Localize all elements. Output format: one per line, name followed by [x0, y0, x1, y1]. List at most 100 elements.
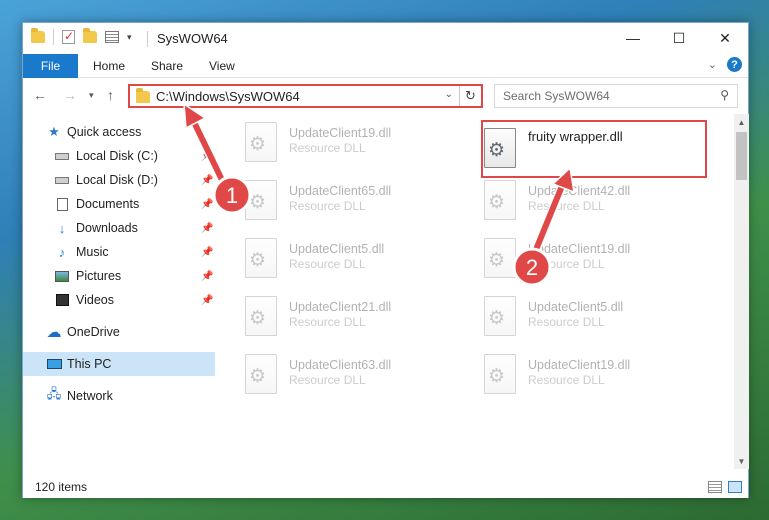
file-name: UpdateClient5.dll: [289, 242, 385, 256]
downloads-icon: ↓: [58, 220, 66, 236]
file-item[interactable]: UpdateClient5.dll Resource DLL: [245, 236, 465, 290]
sidebar-item-music[interactable]: ♪ Music 📌: [23, 240, 215, 264]
pin-icon[interactable]: 📌: [201, 223, 213, 234]
pin-icon[interactable]: 📌: [201, 175, 213, 186]
file-item[interactable]: UpdateClient63.dll Resource DLL: [245, 352, 465, 406]
expand-ribbon-chevron-icon[interactable]: ⌄: [708, 58, 717, 71]
sidebar-item-network[interactable]: 🖧 Network: [23, 384, 215, 408]
title-bar: ▾ SysWOW64 — ☐ ✕: [23, 23, 748, 53]
sidebar-item-label: Local Disk (C:): [76, 149, 158, 163]
sidebar-item-label: Network: [67, 389, 113, 403]
refresh-icon[interactable]: ↻: [459, 86, 481, 106]
vertical-scrollbar[interactable]: ▲ ▼: [734, 114, 749, 469]
properties-icon[interactable]: [105, 31, 119, 43]
file-item[interactable]: UpdateClient5.dll Resource DLL: [484, 294, 704, 348]
file-item[interactable]: UpdateClient65.dll Resource DLL: [245, 178, 465, 232]
network-icon: 🖧: [46, 386, 62, 401]
details-view-icon[interactable]: [708, 481, 722, 493]
pin-icon[interactable]: 📌: [201, 295, 213, 306]
documents-icon: [54, 197, 70, 211]
window-title: SysWOW64: [157, 31, 228, 46]
drive-icon: [54, 149, 70, 163]
address-dropdown-chevron-icon[interactable]: ⌄: [445, 89, 453, 100]
file-item[interactable]: UpdateClient19.dll Resource DLL: [245, 120, 465, 174]
sidebar-item-local-disk-c[interactable]: Local Disk (C:) 📌: [23, 144, 215, 168]
pin-icon[interactable]: 📌: [201, 271, 213, 282]
file-type: Resource DLL: [528, 199, 605, 213]
tab-home[interactable]: Home: [93, 59, 125, 73]
view-toggle-group: [708, 481, 742, 493]
sidebar-item-downloads[interactable]: ↓ Downloads 📌: [23, 216, 215, 240]
address-bar[interactable]: C:\Windows\SysWOW64 ⌄ ↻: [128, 84, 483, 108]
sidebar-item-videos[interactable]: Videos 📌: [23, 288, 215, 312]
recent-locations-chevron-icon[interactable]: ▾: [89, 90, 94, 101]
item-count: 120 items: [35, 480, 88, 494]
file-item[interactable]: UpdateClient42.dll Resource DLL: [484, 178, 704, 232]
dll-file-icon: [245, 354, 277, 394]
sidebar-item-label: Downloads: [76, 221, 138, 235]
tab-view[interactable]: View: [209, 59, 235, 73]
navigation-pane: ★ Quick access Local Disk (C:) 📌 Local D…: [23, 114, 216, 469]
file-highlight-box: [481, 120, 707, 178]
address-path[interactable]: C:\Windows\SysWOW64: [156, 89, 300, 104]
dll-file-icon: [245, 238, 277, 278]
this-pc-icon: [46, 357, 62, 371]
videos-icon: [54, 293, 70, 307]
sidebar-item-label: This PC: [67, 357, 112, 371]
file-type: Resource DLL: [528, 373, 605, 387]
file-name: UpdateClient42.dll: [528, 184, 631, 198]
sidebar-item-label: Local Disk (D:): [76, 173, 158, 187]
ribbon-tabs: File Home Share View ⌄ ?: [23, 53, 748, 78]
help-icon[interactable]: ?: [727, 57, 742, 72]
back-arrow-icon[interactable]: ←: [33, 87, 47, 103]
sidebar-item-label: Pictures: [76, 269, 122, 283]
file-type: Resource DLL: [528, 257, 605, 271]
dll-file-icon: [484, 354, 516, 394]
pin-icon[interactable]: 📌: [201, 199, 213, 210]
toolbar-divider: [53, 29, 54, 45]
sidebar-item-quick-access[interactable]: ★ Quick access: [23, 120, 215, 144]
minimize-button[interactable]: —: [610, 23, 656, 53]
pin-icon[interactable]: 📌: [201, 247, 213, 258]
onedrive-icon: ☁: [46, 324, 62, 341]
file-item[interactable]: UpdateClient19.dll Resource DLL: [484, 352, 704, 406]
status-bar: 120 items: [23, 469, 748, 498]
dll-file-icon: [245, 122, 277, 162]
dll-file-icon: [245, 180, 277, 220]
tiles-view-icon[interactable]: [728, 481, 742, 493]
navigation-bar: ← → ▾ ↑ C:\Windows\SysWOW64 ⌄ ↻ Search S…: [23, 78, 748, 114]
search-icon[interactable]: ⚲: [720, 88, 729, 102]
scrollbar-thumb[interactable]: [736, 132, 747, 180]
tab-share[interactable]: Share: [151, 59, 183, 73]
file-explorer-window: ▾ SysWOW64 — ☐ ✕ File Home Share View ⌄ …: [22, 22, 749, 498]
file-item[interactable]: UpdateClient19.dll Resource DLL: [484, 236, 704, 290]
new-folder-icon[interactable]: [83, 28, 97, 43]
file-name: UpdateClient19.dll: [528, 242, 631, 256]
sidebar-item-this-pc[interactable]: This PC: [23, 352, 215, 376]
sidebar-item-documents[interactable]: Documents 📌: [23, 192, 215, 216]
tab-file[interactable]: File: [23, 54, 78, 78]
folder-icon[interactable]: [31, 28, 45, 43]
close-button[interactable]: ✕: [702, 23, 748, 53]
search-input[interactable]: Search SysWOW64 ⚲: [494, 84, 738, 108]
file-type: Resource DLL: [289, 257, 366, 271]
customize-toolbar-chevron-icon[interactable]: ▾: [127, 32, 132, 43]
pictures-icon: [54, 269, 70, 283]
file-type: Resource DLL: [289, 199, 366, 213]
forward-arrow-icon[interactable]: →: [63, 87, 77, 103]
sidebar-item-onedrive[interactable]: ☁ OneDrive: [23, 320, 215, 344]
scroll-up-arrow-icon[interactable]: ▲: [734, 114, 749, 130]
sidebar-item-label: Documents: [76, 197, 140, 211]
pin-icon[interactable]: 📌: [201, 151, 213, 162]
sidebar-item-local-disk-d[interactable]: Local Disk (D:) 📌: [23, 168, 215, 192]
file-item[interactable]: UpdateClient21.dll Resource DLL: [245, 294, 465, 348]
star-icon: ★: [48, 124, 60, 139]
properties-check-icon[interactable]: [62, 29, 75, 44]
file-name: UpdateClient65.dll: [289, 184, 392, 198]
dll-file-icon: [484, 238, 516, 278]
scroll-down-arrow-icon[interactable]: ▼: [734, 453, 749, 469]
search-placeholder: Search SysWOW64: [503, 89, 610, 103]
sidebar-item-pictures[interactable]: Pictures 📌: [23, 264, 215, 288]
up-arrow-icon[interactable]: ↑: [107, 87, 114, 103]
maximize-button[interactable]: ☐: [656, 23, 702, 53]
